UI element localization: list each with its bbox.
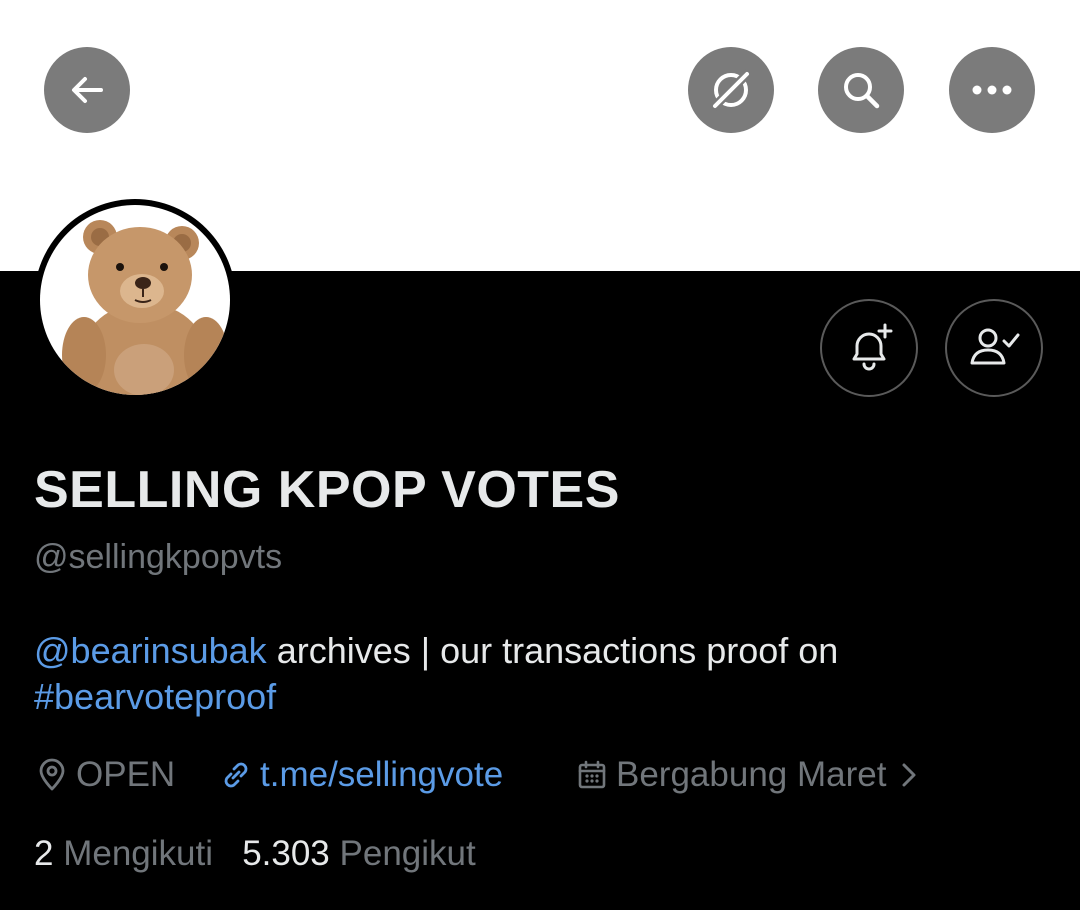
link-icon [224,762,248,788]
followers-stat[interactable]: 5.303 Pengikut [242,834,476,873]
following-count: 2 [34,834,54,873]
following-button[interactable] [945,299,1043,397]
location-text: OPEN [76,755,176,794]
bio-text: archives | our transactions proof on [266,630,839,671]
back-button[interactable] [44,47,130,133]
search-icon [844,73,880,109]
grok-icon [709,68,753,112]
calendar-icon [578,760,606,789]
followers-count: 5.303 [242,834,330,873]
profile-handle: @sellingkpopvts [34,538,283,576]
bio-hashtag-link[interactable]: #bearvoteproof [34,676,276,717]
chevron-right-icon [902,763,916,787]
profile-avatar[interactable] [34,199,236,401]
profile-website[interactable]: t.me/sellingvote [220,752,503,798]
arrow-left-icon [72,77,103,103]
website-link-text[interactable]: t.me/sellingvote [260,755,503,795]
profile-stats: 2 Mengikuti 5.303 Pengikut [34,834,476,874]
following-stat[interactable]: 2 Mengikuti [34,834,213,873]
followers-label: Pengikut [339,834,476,873]
grok-button[interactable] [688,47,774,133]
joined-text: Bergabung Maret [616,755,887,794]
teddy-bear-avatar-image [40,205,230,395]
profile-location: OPEN [36,752,175,798]
notify-button[interactable] [820,299,918,397]
bell-plus-icon [852,323,893,371]
search-button[interactable] [818,47,904,133]
more-dots-icon [972,85,1012,95]
person-check-icon [970,328,1020,365]
bio-mention-link[interactable]: @bearinsubak [34,630,267,671]
following-label: Mengikuti [63,834,213,873]
profile-display-name: SELLING KPOP VOTES [34,461,620,519]
location-pin-icon [39,758,65,791]
more-button[interactable] [949,47,1035,133]
profile-joined-date[interactable]: Bergabung Maret [576,752,918,798]
profile-bio: @bearinsubak archives | our transactions… [34,628,1044,720]
